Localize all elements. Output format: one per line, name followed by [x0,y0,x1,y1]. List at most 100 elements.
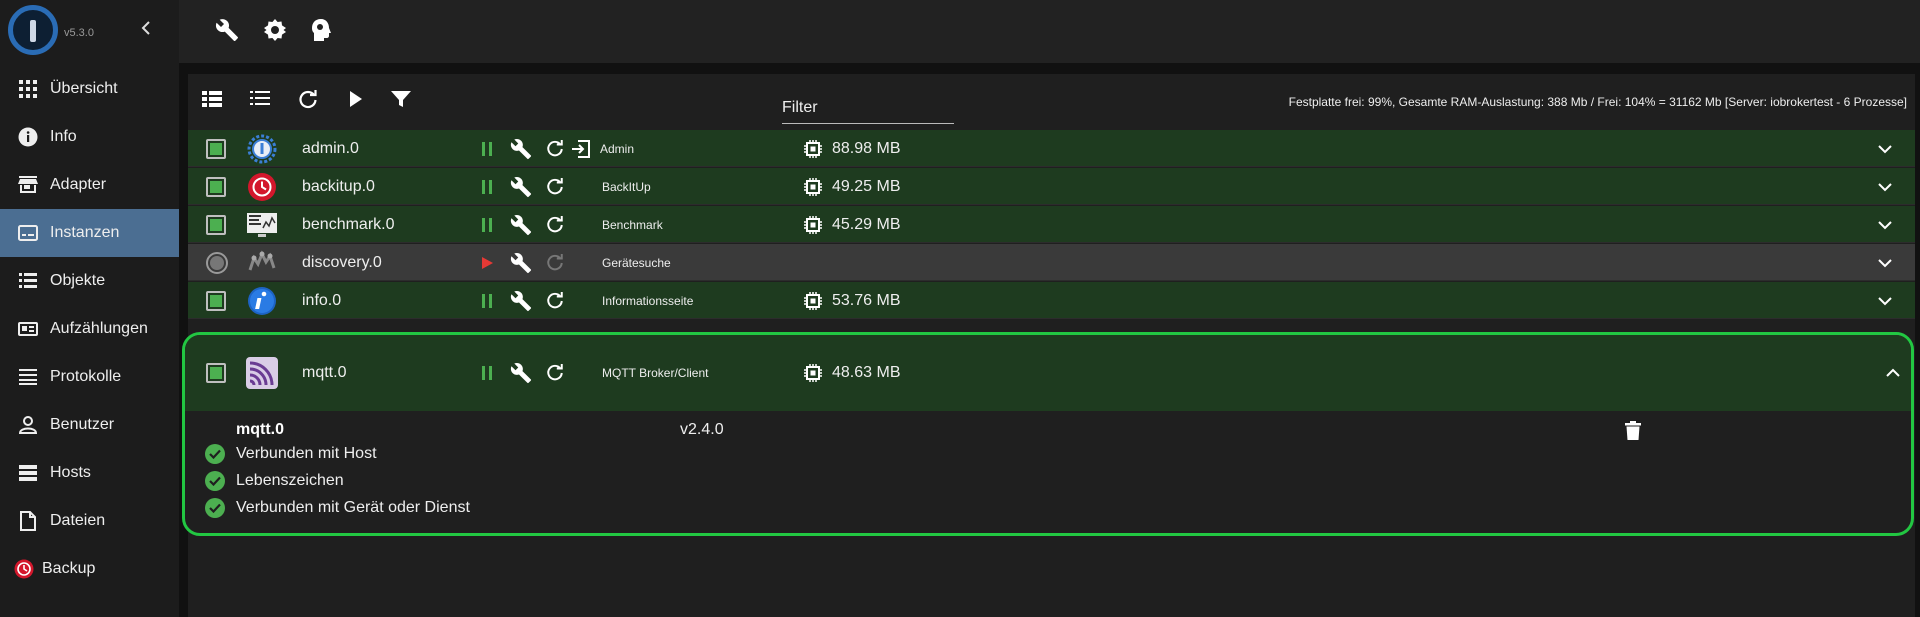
user-icon [18,415,38,435]
wrench-icon[interactable] [504,168,538,205]
instance-title: BackItUp [602,179,651,194]
start-icon[interactable] [470,244,504,281]
instance-row-admin[interactable]: admin.0 Admin 88.98 MB [188,130,1915,167]
sidebar-item-instanzen[interactable]: Instanzen [0,209,179,257]
memory-value: 45.29 MB [832,215,901,233]
instance-title: Benchmark [602,217,663,232]
sidebar-item-label: Protokolle [50,368,122,385]
instance-row-backitup[interactable]: backitup.0 BackItUp 49.25 MB [188,168,1915,205]
instance-row-mqtt[interactable]: mqtt.0 MQTT Broker/Client 48.63 MB [185,335,1911,411]
refresh-icon[interactable] [298,90,322,114]
instance-name: admin.0 [302,139,359,157]
restart-icon[interactable] [538,355,572,392]
collapse-sidebar-icon[interactable] [139,20,153,41]
restart-icon[interactable] [538,168,572,205]
sidebar-item-aufzaehlungen[interactable]: Aufzählungen [0,305,179,353]
status-text: Verbunden mit Gerät oder Dienst [236,499,470,516]
sidebar: v5.3.0 Übersicht Info Adapter Instanzen … [0,0,179,617]
detail-version: v2.4.0 [680,421,724,438]
filter-input[interactable]: Filter [782,99,818,117]
instance-name: backitup.0 [302,177,375,195]
pause-icon[interactable] [470,206,504,243]
sidebar-item-dateien[interactable]: Dateien [0,497,179,545]
sidebar-item-protokolle[interactable]: Protokolle [0,353,179,401]
sidebar-item-hosts[interactable]: Hosts [0,449,179,497]
instance-memory: 53.76 MB [804,282,900,319]
sidebar-item-backup[interactable]: Backup [0,545,179,593]
filter-icon[interactable] [391,90,415,114]
wrench-icon[interactable] [504,130,538,167]
open-link-icon[interactable] [570,138,592,160]
restart-icon [538,244,572,281]
instance-disabled-indicator[interactable] [206,244,228,281]
iobroker-logo[interactable] [8,5,58,55]
sidebar-nav: Übersicht Info Adapter Instanzen Objekte [0,65,179,593]
instance-enabled-checkbox[interactable] [206,168,226,205]
wrench-icon[interactable] [504,206,538,243]
instance-name: benchmark.0 [302,215,395,233]
sidebar-item-benutzer[interactable]: Benutzer [0,401,179,449]
instance-memory: 49.25 MB [804,168,900,205]
instance-enabled-checkbox[interactable] [206,335,226,411]
memory-chip-icon [804,139,822,158]
file-icon [18,511,38,531]
instance-memory: 48.63 MB [804,335,900,411]
instance-row-discovery[interactable]: discovery.0 Gerätesuche [188,244,1915,281]
memory-value: 53.76 MB [832,291,901,309]
chevron-down-icon[interactable] [1874,244,1896,281]
sidebar-item-info[interactable]: Info [0,113,179,161]
instance-row-info[interactable]: info.0 Informationsseite 53.76 MB [188,282,1915,319]
pause-icon[interactable] [470,282,504,319]
chevron-down-icon[interactable] [1874,206,1896,243]
benchmark-adapter-icon [245,206,279,243]
status-text: Verbunden mit Host [236,445,377,462]
pause-icon[interactable] [470,130,504,167]
memory-chip-icon [804,215,822,234]
instance-row-benchmark[interactable]: benchmark.0 Benchmark 45.29 MB [188,206,1915,243]
logo-area: v5.3.0 [0,0,179,65]
info-icon [18,127,38,147]
instance-enabled-checkbox[interactable] [206,206,226,243]
restart-icon[interactable] [538,282,572,319]
chevron-down-icon[interactable] [1874,130,1896,167]
chevron-down-icon[interactable] [1874,282,1896,319]
trash-icon[interactable] [1625,421,1645,443]
instance-title: Gerätesuche [602,255,671,270]
instance-enabled-checkbox[interactable] [206,282,226,319]
sidebar-item-label: Benutzer [50,416,115,433]
pause-icon[interactable] [470,355,504,392]
instance-title: Informationsseite [602,293,694,308]
instance-title: MQTT Broker/Client [602,366,709,380]
instance-expanded-mqtt: mqtt.0 MQTT Broker/Client 48.63 MB mqtt.… [182,332,1914,536]
chevron-down-icon[interactable] [1874,168,1896,205]
instance-enabled-checkbox[interactable] [206,130,226,167]
sidebar-item-uebersicht[interactable]: Übersicht [0,65,179,113]
restart-icon[interactable] [538,206,572,243]
list-icon [18,271,38,291]
settings-icon[interactable] [263,18,289,44]
wrench-icon[interactable] [504,282,538,319]
memory-value: 49.25 MB [832,177,901,195]
sidebar-item-label: Instanzen [50,224,120,241]
memory-value: 48.63 MB [832,364,901,381]
wrench-icon[interactable] [504,244,538,281]
sidebar-item-objekte[interactable]: Objekte [0,257,179,305]
wrench-icon[interactable] [504,355,538,392]
enum-icon [18,319,38,339]
expert-mode-icon[interactable] [310,18,336,44]
table-view-icon[interactable] [202,90,226,114]
play-icon[interactable] [348,90,372,114]
wrench-icon[interactable] [215,18,241,44]
instance-name: info.0 [302,291,342,309]
list-view-icon[interactable] [250,90,274,114]
instance-actions [470,206,620,243]
top-bar [179,0,1920,63]
sidebar-item-adapter[interactable]: Adapter [0,161,179,209]
sidebar-item-label: Adapter [50,176,107,193]
app-version: v5.3.0 [64,27,94,39]
pause-icon[interactable] [470,168,504,205]
instance-actions [470,168,620,205]
chevron-up-icon[interactable] [1882,335,1904,411]
restart-icon[interactable] [538,130,572,167]
log-icon [18,367,38,387]
